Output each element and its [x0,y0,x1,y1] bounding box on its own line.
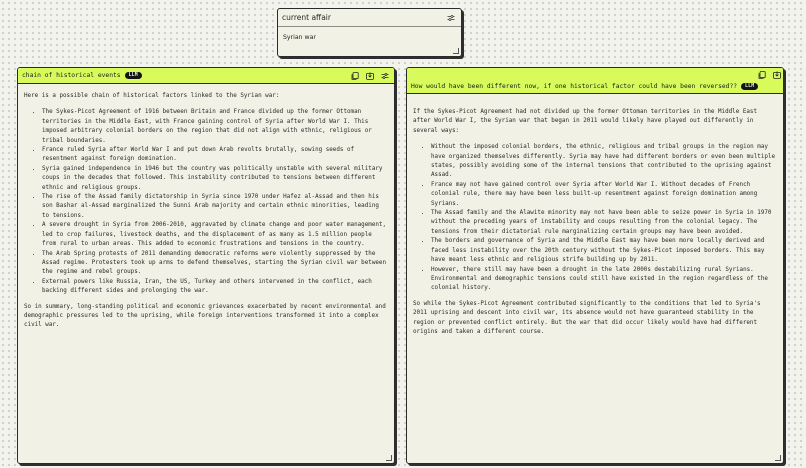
list-item: Syria gained independence in 1946 but th… [42,165,388,193]
counterfactual-node[interactable]: How would have been different now, if on… [406,67,784,464]
chain-of-events-node[interactable]: chain of historical events LLM Here is a… [17,67,395,464]
llm-badge: LLM [124,72,142,79]
chain-conclusion: So in summary, long-standing political a… [24,303,386,329]
settings-sliders-icon[interactable] [447,14,455,22]
list-item: External powers like Russia, Iran, the U… [42,278,388,297]
counterfactual-panel-header: How would have been different now, if on… [407,68,783,94]
list-item: The Assad family and the Alawite minorit… [431,209,777,237]
counterfactual-panel-content: If the Sykes-Picot Agreement had not div… [407,94,783,350]
copy-icon[interactable] [351,71,359,80]
counterfactual-conclusion: So while the Sykes-Picot Agreement contr… [413,300,761,335]
current-affair-header: current affair [278,9,461,27]
list-item: France may not have gained control over … [431,181,777,209]
list-item: A severe drought in Syria from 2006-2010… [42,221,388,249]
current-affair-node[interactable]: current affair Syrian war [277,8,462,57]
list-item: The Arab Spring protests of 2011 demandi… [42,250,388,278]
list-item: The borders and governance of Syria and … [431,237,777,265]
resize-handle[interactable] [453,48,459,54]
list-item: France ruled Syria after World War I and… [42,146,388,165]
chain-panel-title: chain of historical events [22,72,121,79]
counterfactual-intro: If the Sykes-Picot Agreement had not div… [413,109,758,134]
counterfactual-bullet-list: Without the imposed colonial borders, th… [413,143,777,294]
chain-intro: Here is a possible chain of historical f… [24,93,280,99]
resize-handle[interactable] [386,455,392,461]
settings-sliders-icon[interactable] [381,72,389,80]
list-item: The rise of the Assad family dictatorshi… [42,193,388,221]
resize-handle[interactable] [775,455,781,461]
current-affair-label: current affair [282,13,331,22]
export-icon[interactable] [366,71,374,80]
counterfactual-panel-title: How would have been different now, if on… [411,83,738,90]
chain-bullet-list: The Sykes-Picot Agreement of 1916 betwee… [24,108,388,296]
chain-panel-header: chain of historical events LLM [18,68,394,84]
list-item: Without the imposed colonial borders, th… [431,143,777,181]
current-affair-input[interactable]: Syrian war [278,27,461,48]
list-item: The Sykes-Picot Agreement of 1916 betwee… [42,108,388,146]
copy-icon[interactable] [758,71,766,79]
export-icon[interactable] [773,71,782,79]
list-item: However, there still may have been a dro… [431,266,777,294]
chain-panel-content: Here is a possible chain of historical f… [18,84,394,344]
llm-badge: LLM [741,83,759,90]
